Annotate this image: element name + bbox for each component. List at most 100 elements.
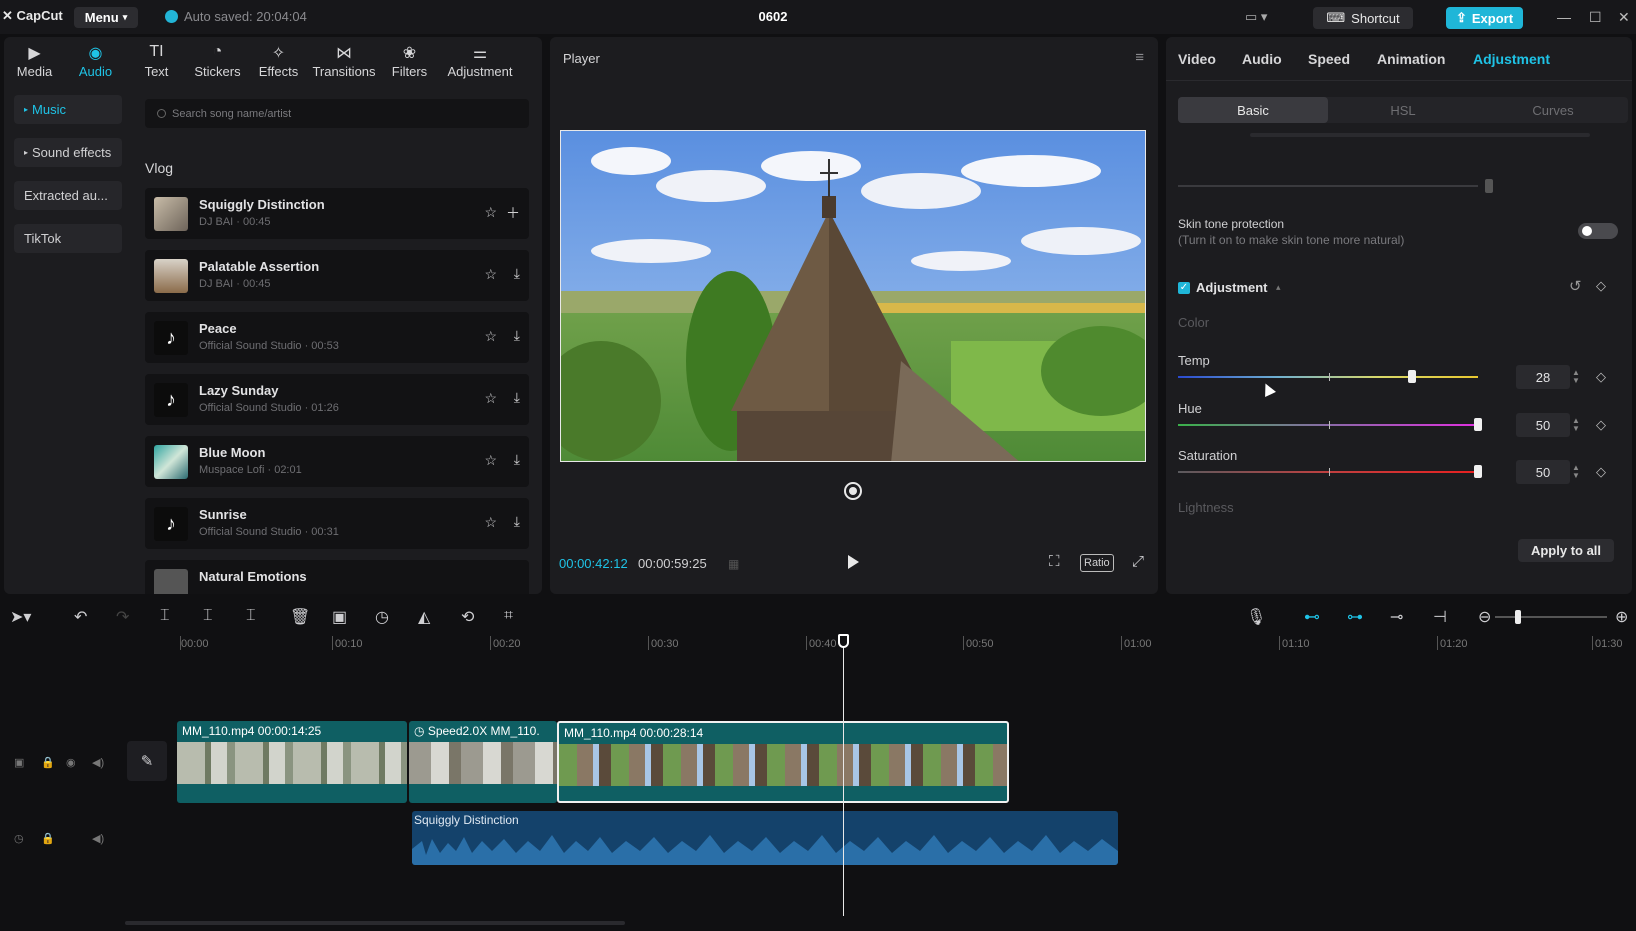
download-icon[interactable]: ⤓ xyxy=(514,451,520,468)
tab-media[interactable]: ▶ Media xyxy=(4,37,65,85)
tab-video[interactable]: Video xyxy=(1178,51,1216,67)
audio-clip[interactable]: Squiggly Distinction xyxy=(412,811,1118,865)
playhead[interactable] xyxy=(843,634,844,916)
split-icon[interactable]: ⌶ xyxy=(160,607,170,625)
auto-snap-icon[interactable]: ⊶ xyxy=(1347,607,1363,627)
crop-icon[interactable]: ⌗ xyxy=(504,607,513,625)
apply-to-all-button[interactable]: Apply to all xyxy=(1518,539,1614,562)
tab-speed[interactable]: Speed xyxy=(1308,51,1350,67)
skin-tone-toggle[interactable] xyxy=(1578,223,1618,239)
timeline-scrollbar[interactable] xyxy=(125,921,625,925)
tab-audio[interactable]: ◉ Audio xyxy=(65,37,126,85)
list-item[interactable]: ♪ Sunrise Official Sound Studio · 00:31 … xyxy=(145,498,529,549)
audio-track-mute-icon[interactable]: ◀) xyxy=(92,832,104,845)
rotate-handle-icon[interactable] xyxy=(844,482,862,500)
collapse-icon[interactable]: ▴ xyxy=(1276,282,1281,293)
segment-basic[interactable]: Basic xyxy=(1178,97,1328,123)
tab-filters[interactable]: ❀ Filters xyxy=(379,37,440,85)
timeline-ruler[interactable]: 00:00 00:10 00:20 00:30 00:40 00:50 01:0… xyxy=(0,634,1636,656)
plus-icon[interactable]: ＋ xyxy=(506,203,520,223)
sidebar-item-music[interactable]: ▸ Music xyxy=(14,95,122,124)
split-left-icon[interactable]: ⌶ xyxy=(203,607,213,625)
timecode-grid-icon[interactable]: ▦ xyxy=(728,557,739,571)
segment-curves[interactable]: Curves xyxy=(1478,97,1628,123)
temp-slider[interactable] xyxy=(1178,376,1478,378)
hue-value-field[interactable]: 50 xyxy=(1516,413,1570,437)
fullscreen-icon[interactable]: ⤢ xyxy=(1132,553,1144,570)
preview-axis-icon[interactable]: ⊣ xyxy=(1433,607,1447,627)
edit-cover-button[interactable]: ✎ xyxy=(127,741,167,781)
tab-effects[interactable]: ✧ Effects xyxy=(248,37,309,85)
list-item[interactable]: ♪ Lazy Sunday Official Sound Studio · 01… xyxy=(145,374,529,425)
download-icon[interactable]: ⤓ xyxy=(514,265,520,282)
playhead-handle[interactable] xyxy=(838,634,849,648)
faded-slider-knob[interactable] xyxy=(1485,179,1493,193)
tab-audio-props[interactable]: Audio xyxy=(1242,51,1282,67)
video-clip[interactable]: ◷ Speed2.0X MM_110. xyxy=(409,721,557,803)
saturation-keyframe-icon[interactable]: ◇ xyxy=(1596,464,1606,480)
reset-icon[interactable]: ↺ xyxy=(1569,277,1582,295)
list-item[interactable]: Palatable Assertion DJ BAI · 00:45 ☆ ⤓ xyxy=(145,250,529,301)
hue-slider-knob[interactable] xyxy=(1474,418,1482,431)
star-icon[interactable]: ☆ xyxy=(484,514,497,531)
fit-frame-icon[interactable]: ⛶ xyxy=(1049,553,1060,570)
zoom-out-icon[interactable]: ⊖ xyxy=(1478,607,1491,627)
temp-stepper-icon[interactable]: ▲ ▼ xyxy=(1572,369,1580,385)
split-right-icon[interactable]: ⌶ xyxy=(246,607,256,625)
temp-slider-knob[interactable] xyxy=(1408,370,1416,383)
selected-video-clip[interactable]: MM_110.mp4 00:00:28:14 xyxy=(557,721,1009,803)
tab-animation[interactable]: Animation xyxy=(1377,51,1445,67)
link-icon[interactable]: ⊸ xyxy=(1390,607,1403,627)
track-visibility-icon[interactable]: ◉ xyxy=(66,756,76,769)
undo-icon[interactable]: ↶ xyxy=(74,607,87,627)
audio-track-lock-icon[interactable]: 🔒 xyxy=(41,832,55,845)
maximize-icon[interactable]: ☐ xyxy=(1589,9,1602,26)
list-item[interactable]: Squiggly Distinction DJ BAI · 00:45 ☆ ＋ xyxy=(145,188,529,239)
redo-icon[interactable]: ↷ xyxy=(116,607,129,627)
star-icon[interactable]: ☆ xyxy=(484,452,497,469)
zoom-slider-knob[interactable] xyxy=(1515,610,1521,624)
track-mute-icon[interactable]: ◀) xyxy=(92,756,104,769)
saturation-slider[interactable] xyxy=(1178,471,1478,473)
adjustment-checkbox[interactable]: ✓ xyxy=(1178,282,1190,294)
tab-adjustment-props[interactable]: Adjustment xyxy=(1473,51,1550,67)
download-icon[interactable]: ⤓ xyxy=(514,389,520,406)
play-icon[interactable] xyxy=(848,555,859,569)
saturation-stepper-icon[interactable]: ▲ ▼ xyxy=(1572,464,1580,480)
track-lock-icon[interactable]: 🔒 xyxy=(41,756,55,769)
tab-text[interactable]: TI Text xyxy=(126,37,187,85)
search-input[interactable]: Search song name/artist xyxy=(145,99,529,128)
speed-icon[interactable]: ◷ xyxy=(375,607,389,627)
sidebar-item-extracted-audio[interactable]: Extracted au... xyxy=(14,181,122,210)
saturation-slider-knob[interactable] xyxy=(1474,465,1482,478)
rotate-clip-icon[interactable]: ⟲ xyxy=(461,607,474,627)
download-icon[interactable]: ⤓ xyxy=(514,513,520,530)
list-item[interactable]: Blue Moon Muspace Lofi · 02:01 ☆ ⤓ xyxy=(145,436,529,487)
sidebar-item-sound-effects[interactable]: ▸ Sound effects xyxy=(14,138,122,167)
zoom-in-icon[interactable]: ⊕ xyxy=(1615,607,1628,627)
tab-transitions[interactable]: ⋈ Transitions xyxy=(309,37,379,85)
main-track-magnet-icon[interactable]: ⊷ xyxy=(1304,607,1320,627)
sidebar-item-tiktok[interactable]: TikTok xyxy=(14,224,122,253)
layout-icon[interactable]: ▭ ▾ xyxy=(1245,9,1267,25)
mirror-icon[interactable]: ◭ xyxy=(418,607,430,627)
close-icon[interactable]: ✕ xyxy=(1618,9,1630,26)
list-item[interactable]: ♪ Peace Official Sound Studio · 00:53 ☆ … xyxy=(145,312,529,363)
download-icon[interactable]: ⤓ xyxy=(514,327,520,344)
shortcut-button[interactable]: ⌨ Shortcut xyxy=(1313,7,1413,29)
hamburger-menu-icon[interactable]: ≡ xyxy=(1135,49,1144,66)
ratio-button[interactable]: Ratio xyxy=(1080,554,1114,572)
star-icon[interactable]: ☆ xyxy=(484,204,497,221)
track-cover-icon[interactable]: ▣ xyxy=(14,756,24,769)
select-tool-icon[interactable]: ➤▾ xyxy=(10,607,31,627)
tab-stickers[interactable]: ◔ Stickers xyxy=(187,37,248,85)
minimize-icon[interactable]: — xyxy=(1557,9,1571,25)
export-button[interactable]: ⇪ Export xyxy=(1446,7,1523,29)
hue-keyframe-icon[interactable]: ◇ xyxy=(1596,417,1606,433)
hue-slider[interactable] xyxy=(1178,424,1478,426)
delete-icon[interactable]: 🗑 xyxy=(290,607,310,627)
keyframe-icon[interactable]: ◇ xyxy=(1596,278,1606,294)
video-preview[interactable] xyxy=(560,130,1146,462)
temp-value-field[interactable]: 28 xyxy=(1516,365,1570,389)
tab-adjustment[interactable]: ⚌ Adjustment xyxy=(440,37,520,85)
